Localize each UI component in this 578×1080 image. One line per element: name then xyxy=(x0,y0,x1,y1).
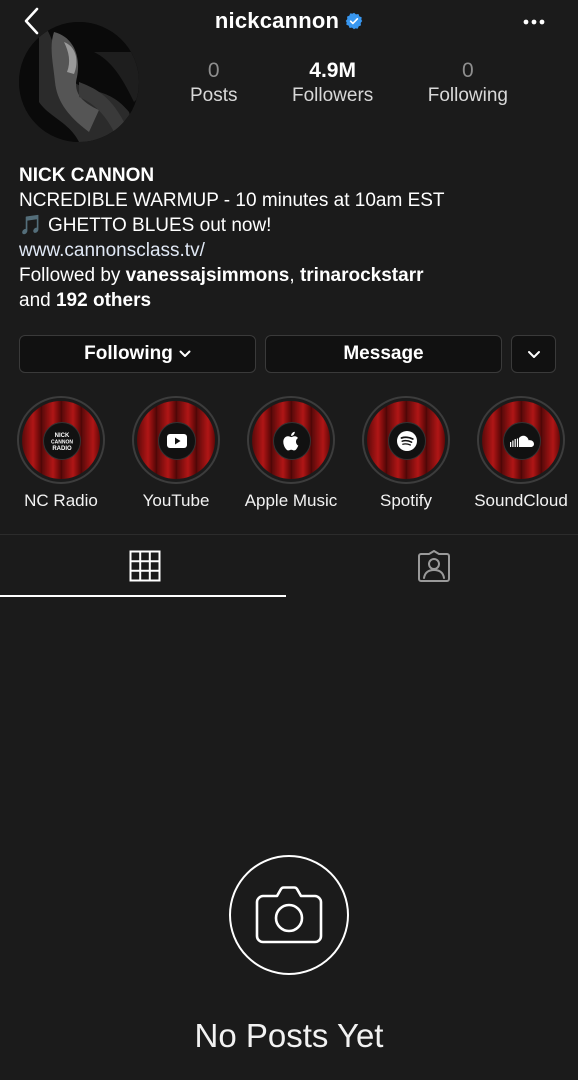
profile-name: NICK CANNON xyxy=(19,165,155,186)
profile-screen: nickcannon 0 Posts 4.9M Followers 0 Foll… xyxy=(0,0,578,1080)
message-button-label: Message xyxy=(343,343,424,364)
youtube-icon xyxy=(158,422,196,460)
bio-line-2-text: GHETTO BLUES out now! xyxy=(47,215,272,236)
verified-badge-icon xyxy=(345,12,363,30)
highlight-label: Spotify xyxy=(380,491,432,510)
highlight-youtube[interactable]: YouTube xyxy=(126,396,226,511)
highlight-ring xyxy=(247,396,335,484)
nc-radio-logo-line-1: NICK xyxy=(55,433,70,439)
following-button-label: Following xyxy=(84,343,173,364)
soundcloud-icon xyxy=(503,422,541,460)
no-posts-text: No Posts Yet xyxy=(194,1017,384,1054)
highlight-nc-radio[interactable]: NICK CANNON RADIO NC Radio xyxy=(11,396,111,511)
highlight-ring xyxy=(362,396,450,484)
posts-count[interactable]: 0 Posts xyxy=(190,58,238,108)
followed-by-line[interactable]: Followed by vanessajsimmons, trinarockst… xyxy=(19,263,559,288)
tagged-person-icon xyxy=(417,550,450,582)
chevron-down-icon xyxy=(179,350,191,358)
suggested-accounts-button[interactable] xyxy=(511,335,556,373)
profile-bio: NICK CANNON NCREDIBLE WARMUP - 10 minute… xyxy=(19,163,559,313)
posts-count-label: Posts xyxy=(190,85,238,106)
nc-radio-logo-icon: NICK CANNON RADIO xyxy=(43,422,81,460)
website-link[interactable]: www.cannonsclass.tv/ xyxy=(19,238,559,263)
highlight-cover: NICK CANNON RADIO xyxy=(22,401,100,479)
tab-grid[interactable] xyxy=(0,535,289,597)
highlight-apple-music[interactable]: Apple Music xyxy=(241,396,341,511)
following-count-label: Following xyxy=(427,85,508,106)
following-count-value: 0 xyxy=(462,59,474,82)
highlight-cover xyxy=(482,401,560,479)
username: nickcannon xyxy=(214,8,340,33)
highlight-ring xyxy=(132,396,220,484)
highlight-label: YouTube xyxy=(142,491,210,510)
tab-tagged[interactable] xyxy=(289,535,578,597)
apple-icon xyxy=(273,422,311,460)
story-highlights: NICK CANNON RADIO NC Radio YouTube Apple… xyxy=(0,396,578,516)
spotify-icon xyxy=(388,422,426,460)
profile-tabs xyxy=(0,535,578,597)
highlight-soundcloud[interactable]: SoundCloud xyxy=(471,396,571,511)
music-note-icon: 🎵 xyxy=(19,215,43,236)
followed-by-user-2[interactable]: trinarockstarr xyxy=(300,265,424,286)
chevron-down-icon xyxy=(527,350,540,358)
grid-icon xyxy=(129,550,160,582)
nc-radio-logo-line-3: RADIO xyxy=(52,446,72,452)
nc-radio-logo-line-2: CANNON xyxy=(51,440,73,446)
highlight-cover xyxy=(367,401,445,479)
camera-icon xyxy=(255,886,323,944)
followed-by-user-1[interactable]: vanessajsimmons xyxy=(126,265,290,286)
more-options-button[interactable] xyxy=(520,10,548,34)
followed-by-separator: , xyxy=(289,265,300,286)
followed-by-and: and xyxy=(19,290,56,311)
highlight-ring: NICK CANNON RADIO xyxy=(17,396,105,484)
followed-by-others-line[interactable]: and 192 others xyxy=(19,288,559,313)
highlight-ring xyxy=(477,396,565,484)
highlight-cover xyxy=(137,401,215,479)
profile-action-buttons: Following Message xyxy=(19,335,556,375)
followers-count-label: Followers xyxy=(291,85,374,106)
highlight-label: SoundCloud xyxy=(474,491,568,510)
followers-count-value: 4.9M xyxy=(309,59,356,82)
followed-by-others[interactable]: 192 others xyxy=(56,290,151,311)
profile-stats: 0 Posts 4.9M Followers 0 Following xyxy=(170,58,508,108)
message-button[interactable]: Message xyxy=(265,335,502,373)
following-count[interactable]: 0 Following xyxy=(428,58,508,108)
following-button[interactable]: Following xyxy=(19,335,256,373)
posts-count-value: 0 xyxy=(207,59,220,82)
empty-posts-state: No Posts Yet xyxy=(0,855,578,1055)
followed-by-prefix: Followed by xyxy=(19,265,126,286)
bio-line-2: 🎵 GHETTO BLUES out now! xyxy=(19,213,559,238)
highlight-cover xyxy=(252,401,330,479)
camera-icon-circle xyxy=(229,855,349,975)
more-horizontal-icon xyxy=(523,19,545,25)
highlight-label: Apple Music xyxy=(244,491,338,510)
highlight-spotify[interactable]: Spotify xyxy=(356,396,456,511)
profile-avatar[interactable] xyxy=(19,22,139,142)
avatar-image xyxy=(19,22,139,142)
bio-line-1: NCREDIBLE WARMUP - 10 minutes at 10am ES… xyxy=(19,190,445,211)
followers-count[interactable]: 4.9M Followers xyxy=(292,58,373,108)
highlight-label: NC Radio xyxy=(24,491,98,510)
